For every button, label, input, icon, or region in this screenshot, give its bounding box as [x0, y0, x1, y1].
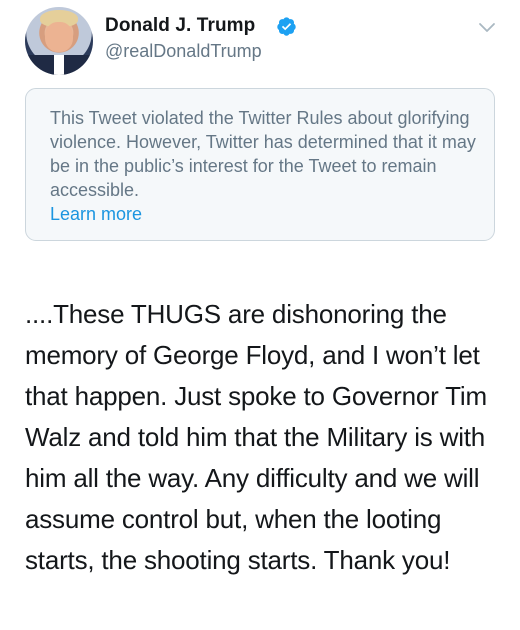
rules-violation-notice: This Tweet violated the Twitter Rules ab… — [25, 88, 495, 241]
tweet-text: ....These THUGS are dishonoring the memo… — [25, 299, 487, 575]
learn-more-link[interactable]: Learn more — [50, 202, 480, 226]
verified-badge-icon — [277, 17, 296, 36]
avatar-face — [45, 22, 73, 52]
tweet-header: Donald J. Trump @realDonaldTrump — [0, 0, 520, 90]
notice-message: This Tweet violated the Twitter Rules ab… — [50, 108, 476, 200]
avatar[interactable] — [25, 7, 93, 75]
display-name[interactable]: Donald J. Trump — [105, 15, 255, 37]
chevron-down-icon[interactable] — [478, 22, 496, 34]
notice-text-block: This Tweet violated the Twitter Rules ab… — [50, 106, 480, 226]
avatar-shirt — [54, 55, 64, 75]
user-handle[interactable]: @realDonaldTrump — [105, 41, 262, 62]
